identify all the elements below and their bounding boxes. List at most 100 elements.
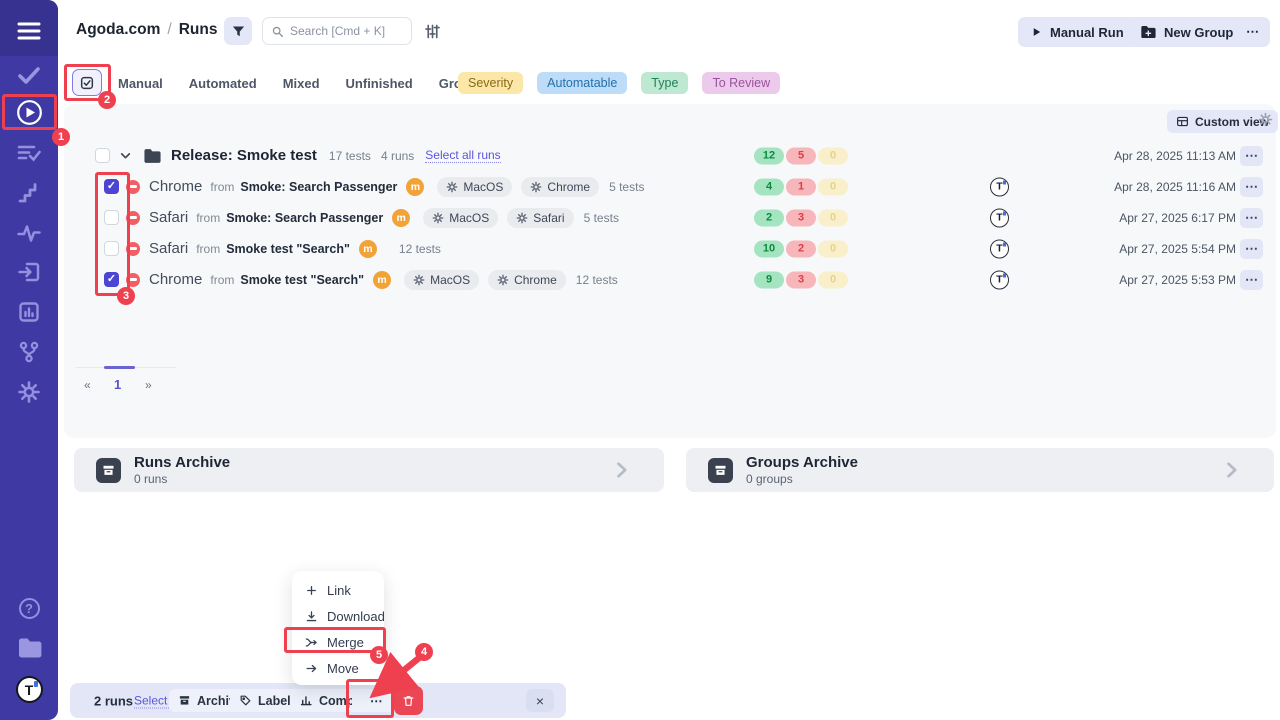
bulk-action-bar: 2 runs Select all Archive Labels Compare… xyxy=(70,683,566,718)
run-name[interactable]: Chrome xyxy=(149,271,202,288)
runs-page: ? T Agoda.com / Runs Manual Run New Grou… xyxy=(0,0,1280,720)
chip-type[interactable]: Type xyxy=(641,72,688,94)
tab-mixed[interactable]: Mixed xyxy=(283,76,320,91)
group-title[interactable]: Release: Smoke test xyxy=(171,147,317,164)
row-checkbox-checked[interactable] xyxy=(104,272,119,287)
select-all-toggle-button[interactable] xyxy=(72,69,102,96)
tab-manual[interactable]: Manual xyxy=(118,76,163,91)
new-group-button[interactable]: New Group xyxy=(1127,17,1246,47)
assignee-avatar[interactable]: T xyxy=(990,177,1009,196)
run-row[interactable]: Chrome from Smoke: Search Passenger m Ma… xyxy=(64,171,1276,202)
from-label: from xyxy=(210,273,234,287)
view-settings-gear-icon[interactable] xyxy=(1258,112,1273,127)
run-tabs: Manual Automated Mixed Unfinished Groups xyxy=(118,76,485,91)
group-tests-count: 17 tests xyxy=(329,149,371,163)
run-row[interactable]: Safari from Smoke: Search Passenger m Ma… xyxy=(64,202,1276,233)
close-bar-button[interactable]: × xyxy=(526,689,554,712)
config-chip-os[interactable]: MacOS xyxy=(423,208,498,228)
config-chip-browser[interactable]: Chrome xyxy=(488,270,566,290)
chip-automatable[interactable]: Automatable xyxy=(537,72,627,94)
run-row[interactable]: Chrome from Smoke test "Search" m MacOS … xyxy=(64,264,1276,295)
gear-icon xyxy=(530,181,542,193)
pagination-next[interactable]: » xyxy=(145,378,152,392)
requirements-import-icon[interactable] xyxy=(0,260,58,284)
bar-more-button[interactable]: ⋯ xyxy=(352,689,395,712)
pagination-page-1[interactable]: 1 xyxy=(114,377,121,392)
arrow-right-icon xyxy=(305,662,318,675)
row-more-button[interactable]: ⋯ xyxy=(1240,208,1263,228)
row-more-button[interactable]: ⋯ xyxy=(1240,239,1263,259)
milestone-badge[interactable]: m xyxy=(373,271,391,289)
chip-severity[interactable]: Severity xyxy=(458,72,523,94)
menu-item-download[interactable]: Download xyxy=(292,603,384,629)
activity-pulse-icon[interactable] xyxy=(0,221,58,245)
chevron-down-icon[interactable] xyxy=(119,149,132,162)
search-box[interactable] xyxy=(262,17,412,45)
pagination-prev[interactable]: « xyxy=(84,378,91,392)
run-name[interactable]: Safari xyxy=(149,209,188,226)
groups-archive-card[interactable]: Groups Archive 0 groups xyxy=(686,448,1274,492)
search-input[interactable] xyxy=(290,24,400,38)
group-row[interactable]: Release: Smoke test 17 tests 4 runs Sele… xyxy=(64,140,1276,171)
row-more-button[interactable]: ⋯ xyxy=(1240,146,1263,166)
row-date: Apr 27, 2025 6:17 PM xyxy=(1119,211,1236,225)
milestone-badge[interactable]: m xyxy=(359,240,377,258)
run-source: Smoke: Search Passenger xyxy=(226,211,383,225)
delete-button[interactable] xyxy=(394,686,423,715)
projects-folder-icon[interactable] xyxy=(0,637,58,659)
config-chips: MacOS Chrome xyxy=(437,177,599,197)
row-checkbox[interactable] xyxy=(104,241,119,256)
row-more-button[interactable]: ⋯ xyxy=(1240,177,1263,197)
run-row[interactable]: Safari from Smoke test "Search" m 12 tes… xyxy=(64,233,1276,264)
row-checkbox[interactable] xyxy=(104,210,119,225)
run-source: Smoke test "Search" xyxy=(226,242,350,256)
group-checkbox[interactable] xyxy=(95,148,110,163)
menu-item-move[interactable]: Move xyxy=(292,655,384,681)
plans-list-check-icon[interactable] xyxy=(0,141,58,165)
menu-item-merge[interactable]: Merge xyxy=(292,629,384,655)
hamburger-menu-icon[interactable] xyxy=(0,20,58,42)
failed-status-icon xyxy=(126,211,140,225)
breadcrumb-page: Runs xyxy=(179,21,218,39)
runs-archive-card[interactable]: Runs Archive 0 runs xyxy=(74,448,664,492)
breadcrumb-project[interactable]: Agoda.com xyxy=(76,21,160,39)
archive-icon xyxy=(178,694,191,707)
milestone-badge[interactable]: m xyxy=(406,178,424,196)
filter-button[interactable] xyxy=(224,17,252,45)
failed-pill: 2 xyxy=(786,240,816,257)
workspace-avatar[interactable]: T xyxy=(0,676,58,703)
reports-chart-icon[interactable] xyxy=(0,300,58,324)
play-icon xyxy=(1031,26,1042,38)
run-tests-count: 12 tests xyxy=(576,273,618,287)
run-name[interactable]: Safari xyxy=(149,240,188,257)
chip-to-review[interactable]: To Review xyxy=(702,72,780,94)
header-more-button[interactable]: ⋯ xyxy=(1235,17,1270,47)
milestones-steps-icon[interactable] xyxy=(0,181,58,205)
traceability-branch-icon[interactable] xyxy=(0,340,58,364)
config-chip-browser[interactable]: Chrome xyxy=(521,177,599,197)
select-all-runs-link[interactable]: Select all runs xyxy=(425,148,500,163)
row-checkbox-checked[interactable] xyxy=(104,179,119,194)
milestone-badge[interactable]: m xyxy=(392,209,410,227)
config-chip-browser[interactable]: Safari xyxy=(507,208,573,228)
adjustments-icon[interactable] xyxy=(424,23,441,40)
run-name[interactable]: Chrome xyxy=(149,178,202,195)
help-icon[interactable]: ? xyxy=(0,598,58,619)
assignee-avatar[interactable]: T xyxy=(990,239,1009,258)
runs-play-icon[interactable] xyxy=(0,99,58,126)
failed-status-icon xyxy=(126,242,140,256)
config-chip-os[interactable]: MacOS xyxy=(404,270,479,290)
chart-icon xyxy=(300,694,313,707)
row-date: Apr 28, 2025 11:13 AM xyxy=(1114,149,1236,163)
row-date: Apr 27, 2025 5:54 PM xyxy=(1119,242,1236,256)
menu-item-link[interactable]: Link xyxy=(292,577,384,603)
assignee-avatar[interactable]: T xyxy=(990,270,1009,289)
tab-automated[interactable]: Automated xyxy=(189,76,257,91)
test-cases-check-icon[interactable] xyxy=(0,63,58,87)
settings-gear-icon[interactable] xyxy=(0,380,58,404)
tab-unfinished[interactable]: Unfinished xyxy=(346,76,413,91)
row-more-button[interactable]: ⋯ xyxy=(1240,270,1263,290)
manual-run-button[interactable]: Manual Run xyxy=(1018,17,1137,47)
assignee-avatar[interactable]: T xyxy=(990,208,1009,227)
config-chip-os[interactable]: MacOS xyxy=(437,177,512,197)
